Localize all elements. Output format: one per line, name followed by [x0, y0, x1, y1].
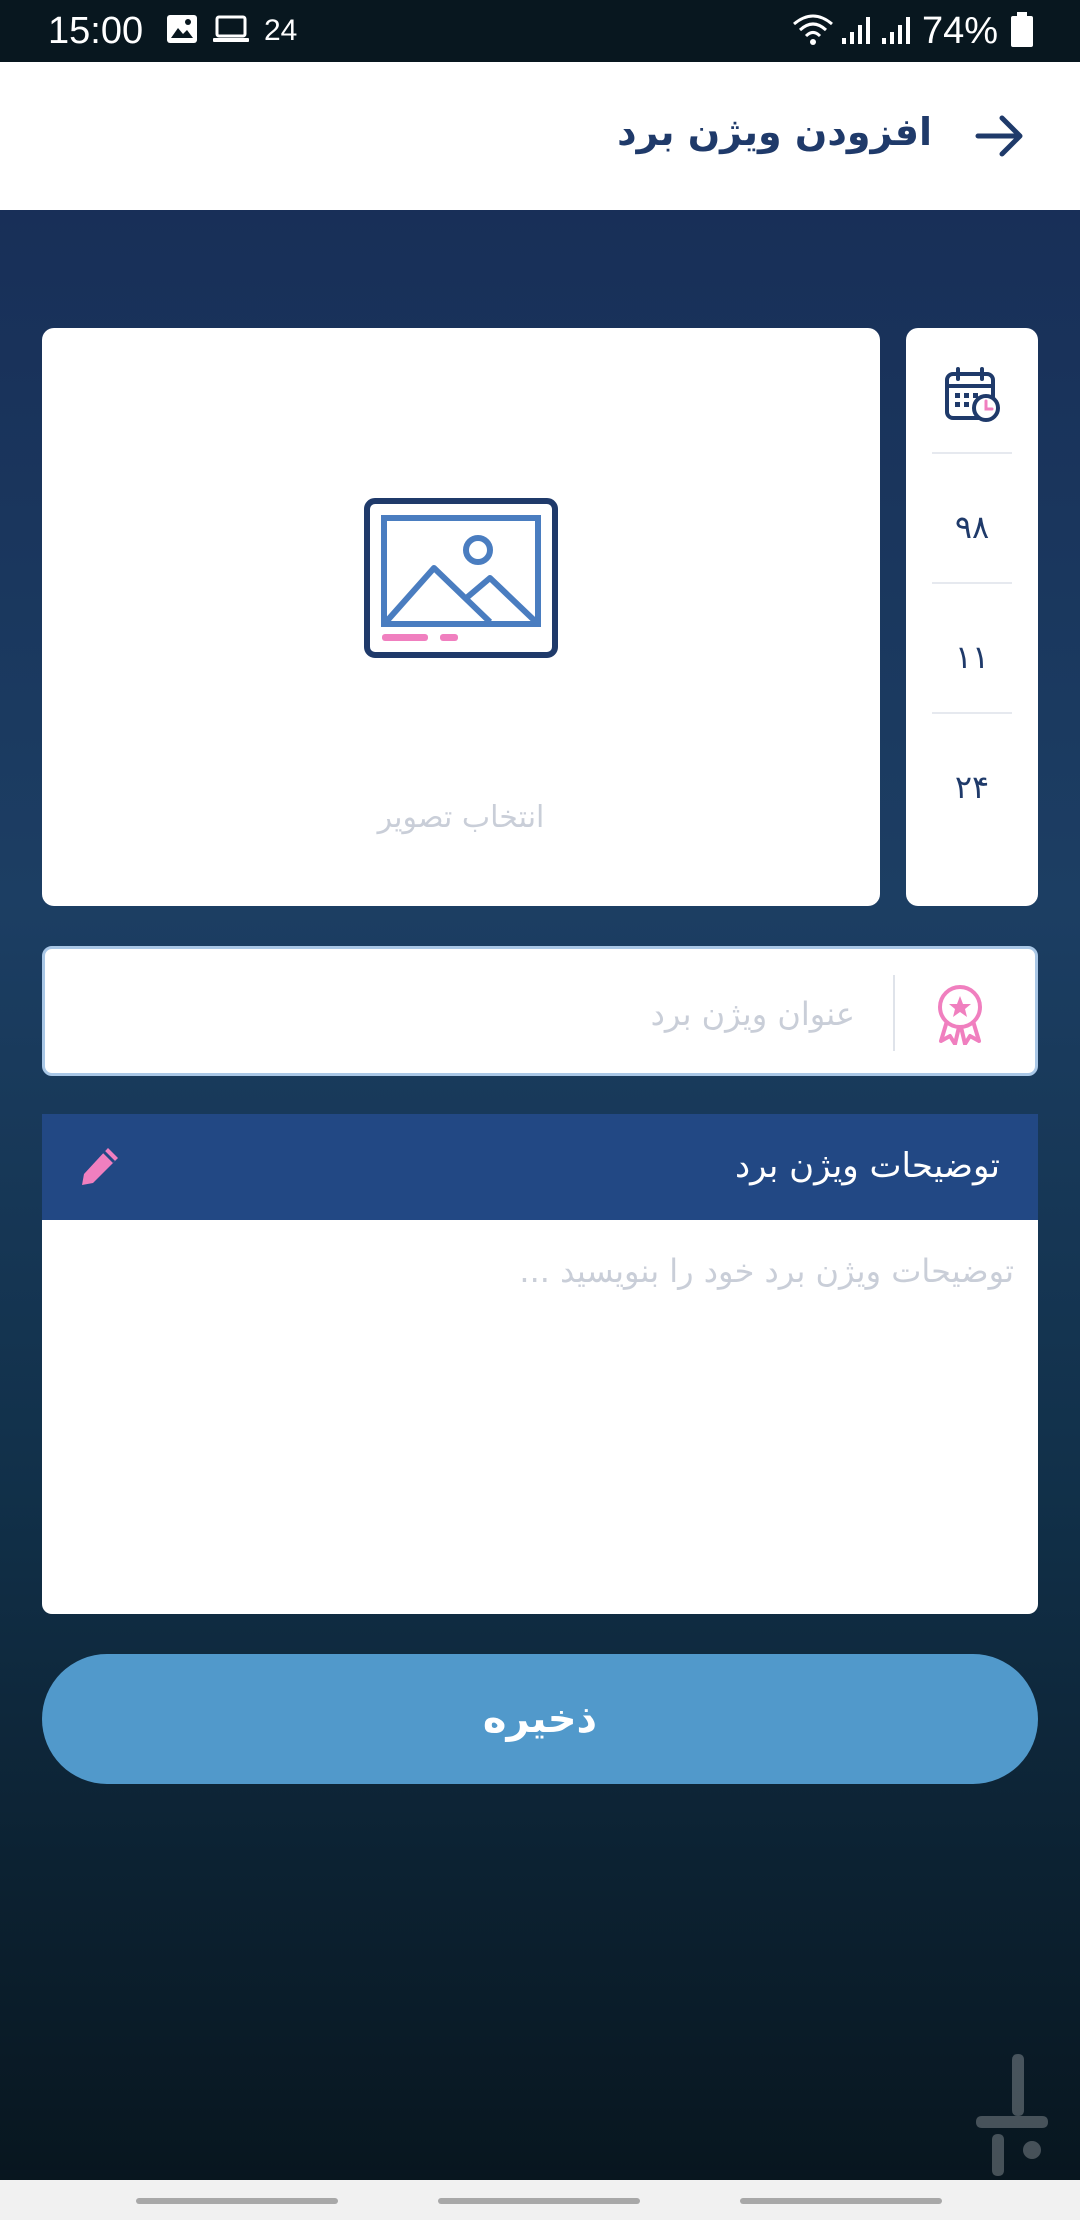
image-placeholder-icon [364, 498, 558, 662]
divider [932, 582, 1012, 584]
save-button[interactable]: ذخیره [42, 1654, 1038, 1784]
date-year: ۹۸ [954, 508, 990, 546]
image-picker[interactable]: انتخاب تصویر [42, 328, 880, 906]
description-header: توضیحات ویژن برد [42, 1114, 1038, 1220]
laptop-icon [212, 14, 250, 49]
battery-percent: 74% [922, 10, 999, 52]
page-title: افزودن ویژن برد [617, 110, 932, 154]
date-panel[interactable]: ۹۸ ۱۱ ۲۴ [906, 328, 1038, 906]
award-badge-icon [935, 983, 985, 1049]
watermark-logo [972, 2050, 1062, 2184]
date-month: ۱۱ [954, 638, 990, 676]
nav-back-button[interactable] [740, 2198, 942, 2204]
wifi-icon [792, 14, 834, 53]
status-bar: 15:00 24 74% [0, 0, 1080, 62]
description-label: توضیحات ویژن برد [734, 1146, 1000, 1186]
notification-count: 24 [264, 14, 298, 47]
battery-icon [1010, 12, 1034, 53]
arrow-right-icon [975, 115, 1023, 157]
vision-board-title-field [42, 946, 1038, 1076]
pencil-icon[interactable] [78, 1144, 122, 1192]
nav-recent-button[interactable] [136, 2198, 338, 2204]
status-time: 15:00 [48, 10, 144, 52]
title-input[interactable] [95, 979, 855, 1049]
date-day: ۲۴ [954, 768, 990, 806]
app-bar: افزودن ویژن برد [0, 62, 1080, 210]
divider [932, 712, 1012, 714]
system-nav-bar [0, 2180, 1080, 2220]
description-textarea[interactable] [66, 1252, 1014, 1592]
main-content: انتخاب تصویر ۹۸ ۱۱ ۲۴ عنوان ویژن برد توض… [0, 210, 1080, 2180]
signal-icon [840, 14, 874, 51]
calendar-clock-icon [944, 366, 1002, 428]
description-box [42, 1220, 1038, 1614]
signal-icon [880, 14, 914, 51]
field-separator [893, 975, 895, 1051]
image-icon [166, 14, 198, 49]
select-image-label: انتخاب تصویر [377, 800, 545, 835]
nav-home-button[interactable] [438, 2198, 640, 2204]
divider [932, 452, 1012, 454]
back-button[interactable] [968, 104, 1032, 168]
